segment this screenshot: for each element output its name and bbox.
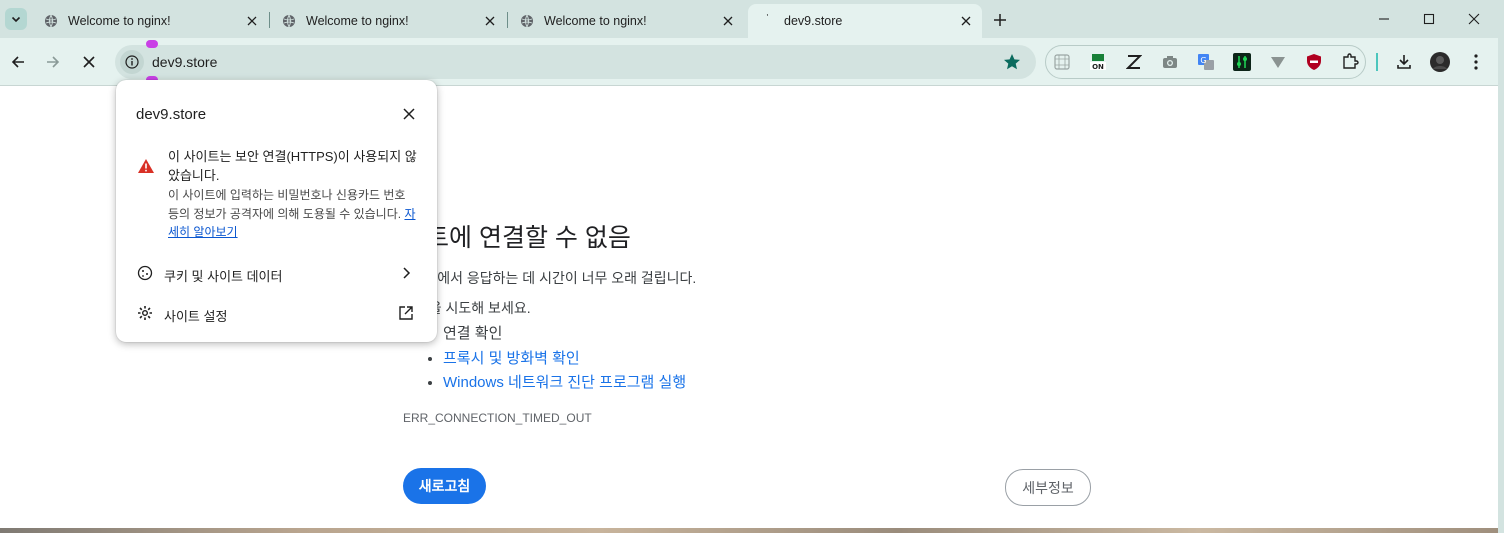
- cookies-label: 쿠키 및 사이트 데이터: [164, 269, 283, 284]
- url-text[interactable]: dev9.store: [152, 54, 217, 70]
- site-info-button[interactable]: [120, 50, 144, 74]
- svg-text:ON: ON: [1092, 63, 1104, 71]
- suggestion-link[interactable]: Windows 네트워크 진단 프로그램 실행: [443, 371, 686, 396]
- reload-button[interactable]: 새로고침: [403, 468, 486, 504]
- error-title: 이트에 연결할 수 없음: [403, 224, 631, 252]
- maximize-icon: [1423, 13, 1435, 25]
- on-badge-icon[interactable]: ON: [1088, 52, 1108, 72]
- translate-icon[interactable]: G: [1196, 52, 1216, 72]
- chevron-right-icon: [397, 264, 415, 282]
- suggestion-list: 연결 확인 프록시 및 방화벽 확인 Windows 네트워크 진단 프로그램 …: [427, 322, 686, 396]
- close-icon: [83, 56, 95, 68]
- shield-icon[interactable]: [1304, 52, 1324, 72]
- close-icon[interactable]: [244, 13, 260, 29]
- tab-1[interactable]: Welcome to nginx!: [32, 4, 268, 38]
- warning-body: 이 사이트에 입력하는 비밀번호나 신용카드 번호 등의 정보가 공격자에 의해…: [168, 186, 418, 242]
- extension-grid-icon[interactable]: [1052, 52, 1072, 72]
- suggestion-text: 연결 확인: [443, 325, 503, 342]
- close-icon[interactable]: [482, 13, 498, 29]
- suggestion-link[interactable]: 프록시 및 방화벽 확인: [443, 347, 686, 372]
- suggestion-item: 연결 확인: [443, 322, 686, 347]
- more-menu-icon[interactable]: [1466, 52, 1486, 72]
- close-window-button[interactable]: [1463, 8, 1485, 30]
- z-icon[interactable]: [1124, 52, 1144, 72]
- warning-icon: [138, 159, 154, 173]
- tab-strip: Welcome to nginx! Welcome to nginx! Welc…: [0, 0, 1504, 38]
- tab-3[interactable]: Welcome to nginx!: [508, 4, 744, 38]
- details-button[interactable]: 세부정보: [1005, 469, 1091, 506]
- close-icon[interactable]: [958, 13, 974, 29]
- toolbar: dev9.store ON G: [0, 38, 1504, 86]
- tab-title: dev9.store: [784, 14, 843, 28]
- globe-icon: [45, 14, 57, 28]
- tab-2[interactable]: Welcome to nginx!: [270, 4, 506, 38]
- loading-spinner-icon: [766, 14, 768, 16]
- tab-search-button[interactable]: [5, 8, 27, 30]
- back-button[interactable]: [6, 50, 30, 74]
- site-settings-row[interactable]: 사이트 설정: [116, 295, 437, 331]
- minimize-button[interactable]: [1373, 8, 1395, 30]
- site-settings-label: 사이트 설정: [164, 309, 228, 324]
- minimize-icon: [1379, 18, 1389, 20]
- popup-title: dev9.store: [136, 106, 207, 123]
- suggestion-link-text[interactable]: Windows 네트워크 진단 프로그램 실행: [443, 374, 686, 391]
- svg-text:G: G: [1200, 56, 1206, 65]
- forward-button[interactable]: [41, 50, 65, 74]
- close-icon: [403, 108, 415, 120]
- tab-4-active[interactable]: dev9.store: [748, 4, 982, 38]
- external-link-icon: [397, 304, 415, 322]
- desktop-background: [0, 528, 1498, 533]
- close-icon[interactable]: [720, 13, 736, 29]
- info-icon: [125, 55, 139, 69]
- toolbar-divider: [1376, 53, 1378, 71]
- vee-icon[interactable]: [1268, 52, 1288, 72]
- chevron-down-icon: [11, 16, 21, 23]
- stop-loading-button[interactable]: [77, 50, 101, 74]
- camera-icon[interactable]: [1160, 52, 1180, 72]
- gear-icon: [136, 304, 154, 322]
- globe-icon: [521, 14, 533, 28]
- forward-arrow-icon: [47, 56, 60, 68]
- back-arrow-icon: [11, 56, 24, 68]
- new-tab-button[interactable]: [990, 10, 1010, 30]
- warning-title: 이 사이트는 보안 연결(HTTPS)이 사용되지 않았습니다.: [168, 149, 417, 183]
- annotation-marker: [146, 40, 158, 48]
- equalizer-icon[interactable]: [1232, 52, 1252, 72]
- popup-close-button[interactable]: [401, 106, 417, 122]
- maximize-button[interactable]: [1418, 8, 1440, 30]
- avatar[interactable]: [1430, 52, 1450, 72]
- tab-title: Welcome to nginx!: [544, 14, 647, 28]
- plus-icon: [994, 14, 1006, 26]
- tab-title: Welcome to nginx!: [306, 14, 409, 28]
- close-icon: [1468, 13, 1480, 25]
- error-code: ERR_CONNECTION_TIMED_OUT: [403, 411, 592, 425]
- suggestion-link-text[interactable]: 프록시 및 방화벽 확인: [443, 350, 580, 367]
- cookie-icon: [136, 264, 154, 282]
- warning-body-text: 이 사이트에 입력하는 비밀번호나 신용카드 번호 등의 정보가 공격자에 의해…: [168, 188, 406, 221]
- cookies-row[interactable]: 쿠키 및 사이트 데이터: [116, 255, 437, 291]
- error-description: store에서 응답하는 데 시간이 너무 오래 걸립니다.: [403, 268, 696, 288]
- bookmark-star-icon[interactable]: [1002, 52, 1022, 72]
- globe-icon: [283, 14, 295, 28]
- site-info-popup: dev9.store 이 사이트는 보안 연결(HTTPS)이 사용되지 않았습…: [116, 80, 437, 342]
- puzzle-icon[interactable]: [1340, 52, 1360, 72]
- window-edge: [1498, 0, 1504, 533]
- error-description-text: 에서 응답하는 데 시간이 너무 오래 걸립니다.: [437, 270, 697, 286]
- download-icon[interactable]: [1394, 52, 1414, 72]
- tab-title: Welcome to nginx!: [68, 14, 171, 28]
- address-bar[interactable]: dev9.store: [115, 45, 1036, 79]
